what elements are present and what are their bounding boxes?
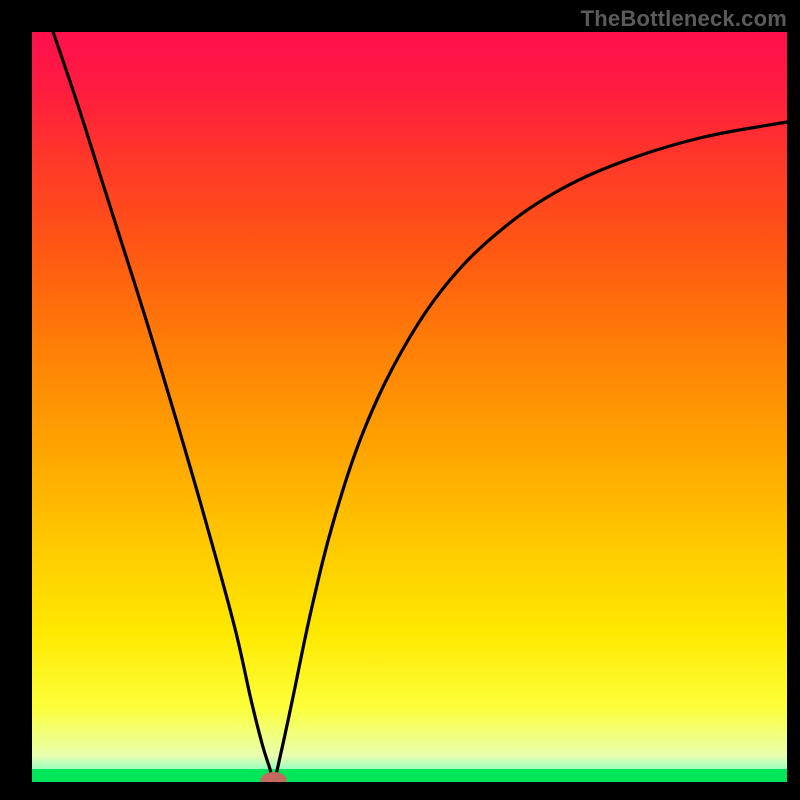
chart-frame: TheBottleneck.com: [0, 0, 800, 800]
plot-area: [32, 32, 787, 782]
watermark-text: TheBottleneck.com: [581, 6, 787, 32]
green-band: [32, 769, 787, 782]
chart-svg: [32, 32, 787, 782]
